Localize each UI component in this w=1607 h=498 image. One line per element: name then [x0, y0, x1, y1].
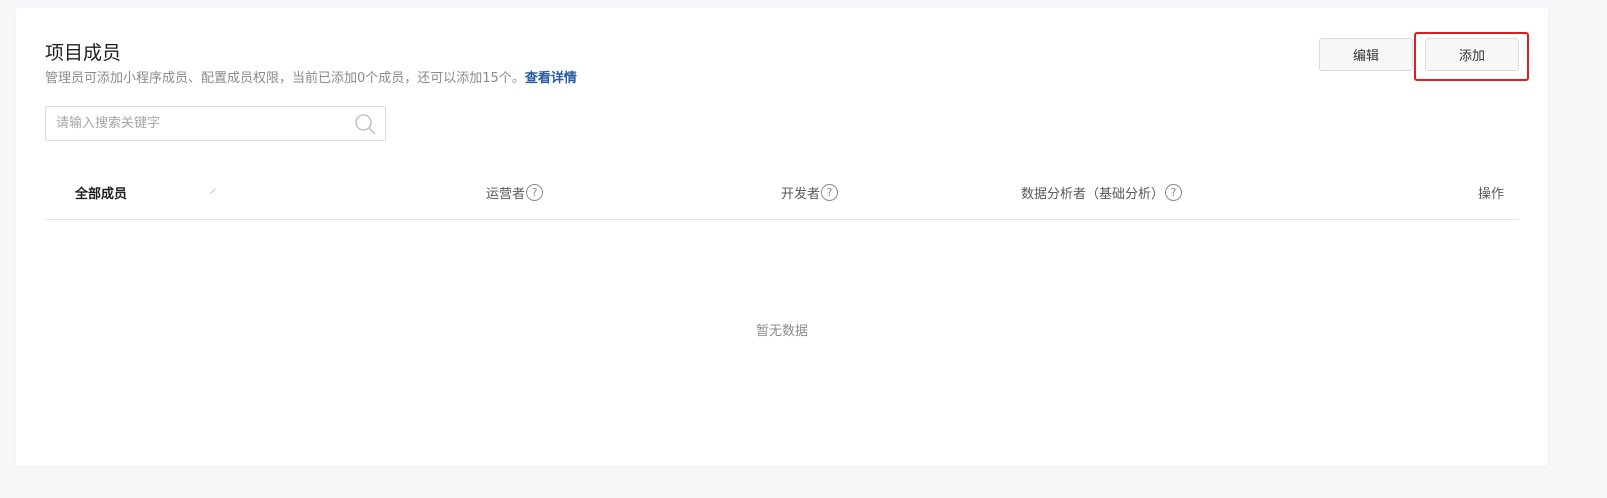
column-developer: 开发者 ?	[781, 166, 839, 219]
page-title: 项目成员	[45, 42, 122, 64]
edit-button[interactable]: 编辑	[1319, 38, 1413, 71]
data-analyst-help-icon[interactable]: ?	[1165, 184, 1183, 201]
add-button[interactable]: 添加	[1425, 38, 1519, 71]
column-developer-label: 开发者	[781, 187, 821, 202]
column-operator: 运营者 ?	[486, 166, 544, 219]
column-all-members[interactable]: 全部成员	[75, 166, 127, 219]
members-card: 项目成员 管理员可添加小程序成员、配置成员权限，当前已添加0个成员，还可以添加1…	[16, 8, 1548, 466]
column-all-members-label: 全部成员	[75, 187, 128, 202]
filter-icon[interactable]	[210, 188, 216, 194]
search-box	[45, 106, 386, 141]
empty-state-text: 暂无数据	[755, 324, 808, 339]
table-header: 全部成员 运营者 ? 开发者 ? 数据分析者（基础分析） ? 操作	[45, 166, 1519, 220]
column-actions-label: 操作	[1477, 187, 1504, 202]
description-text: 管理员可添加小程序成员、配置成员权限，当前已添加0个成员，还可以添加15个。	[45, 71, 525, 86]
view-details-link[interactable]: 查看详情	[525, 71, 577, 86]
search-icon[interactable]	[354, 113, 376, 135]
operator-help-icon[interactable]: ?	[526, 184, 544, 201]
column-data-analyst: 数据分析者（基础分析） ?	[1021, 166, 1183, 219]
page-description: 管理员可添加小程序成员、配置成员权限，当前已添加0个成员，还可以添加15个。查看…	[45, 70, 577, 88]
column-data-analyst-label: 数据分析者（基础分析）	[1021, 187, 1165, 202]
developer-help-icon[interactable]: ?	[821, 184, 839, 201]
column-operator-label: 运营者	[486, 187, 526, 202]
search-input[interactable]	[46, 107, 346, 140]
column-actions: 操作	[1478, 166, 1504, 219]
